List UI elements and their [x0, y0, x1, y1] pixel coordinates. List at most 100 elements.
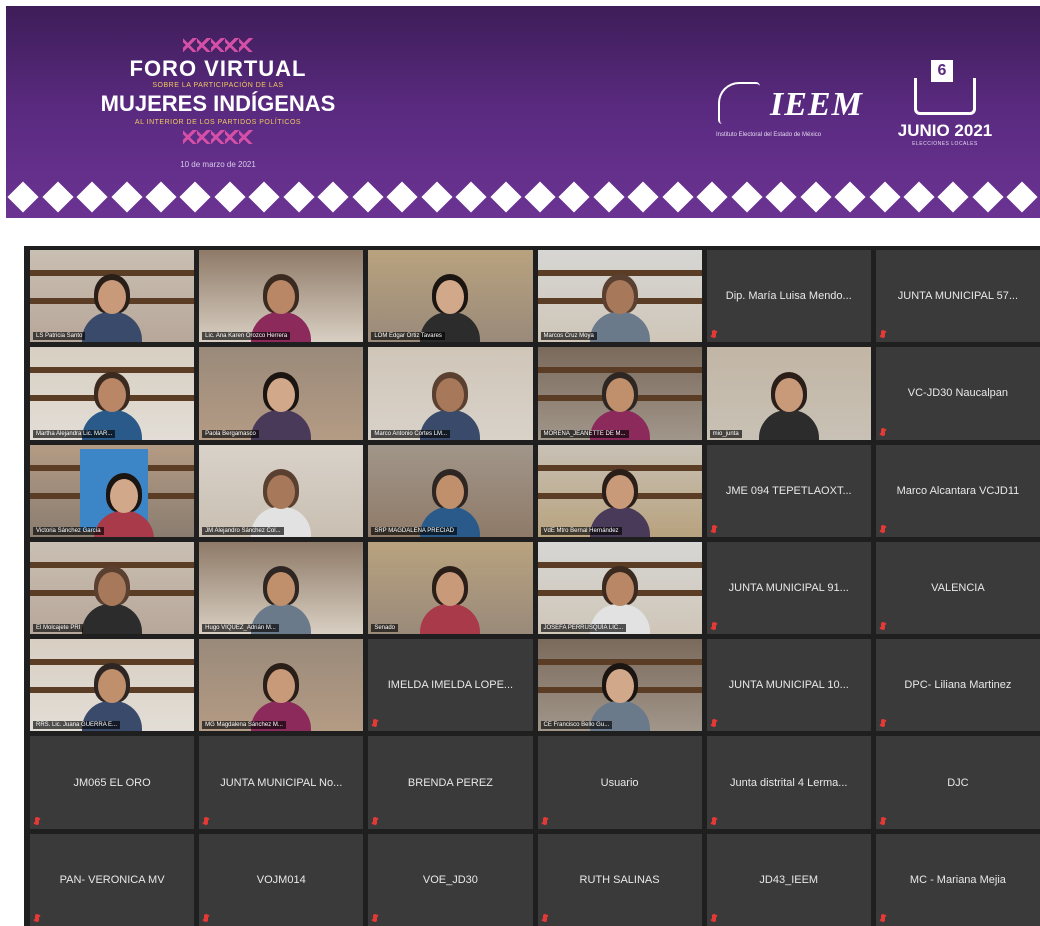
participant-tile[interactable]: JD43_IEEM	[706, 833, 871, 926]
participant-tile[interactable]: CE Francisco Bello Gu...	[537, 639, 702, 732]
participant-tile[interactable]: IMELDA IMELDA LOPE...	[368, 639, 533, 732]
participant-tile[interactable]: SRP MAGDALENA PRECIAD	[368, 444, 533, 537]
foro-title: FORO VIRTUAL	[129, 56, 307, 81]
diamond-ornament	[903, 181, 935, 213]
diamond-ornament	[800, 181, 832, 213]
participant-name: JME 094 TEPETLAOXT...	[725, 484, 852, 497]
participant-video	[30, 639, 195, 732]
participant-tile[interactable]: RUTH SALINAS	[537, 833, 702, 926]
participant-tile[interactable]: DJC	[875, 736, 1040, 829]
foro-date: 10 de marzo de 2021	[180, 160, 256, 169]
participant-tile[interactable]: BRENDA PEREZ	[368, 736, 533, 829]
foro-main-title: MUJERES INDÍGENAS	[100, 91, 336, 116]
participant-name: Junta distrital 4 Lerma...	[730, 776, 848, 789]
participant-tile[interactable]: JM Alejandro Sánchez Col...	[199, 444, 364, 537]
participant-tile[interactable]: Dip. María Luisa Mendo...	[706, 250, 871, 343]
participant-video	[30, 541, 195, 635]
participant-tile[interactable]: JUNTA MUNICIPAL No...	[199, 736, 364, 829]
diamond-ornament	[111, 181, 143, 213]
participant-tile[interactable]: Victoria Sánchez García	[30, 444, 195, 537]
participant-tile[interactable]: Marcos Cruz Moya	[537, 250, 702, 343]
participant-tile[interactable]: Hugo VIQUEZ_Adrián M...	[199, 541, 364, 635]
participant-video	[368, 444, 533, 537]
participant-tile[interactable]: Usuario	[537, 736, 702, 829]
participant-name: CE Francisco Bello Gu...	[540, 721, 613, 730]
participant-figure	[757, 370, 821, 440]
participant-video	[368, 541, 533, 635]
participant-name: Paola Bergamasco	[202, 429, 259, 438]
participant-tile[interactable]: VOE_JD30	[368, 833, 533, 926]
participant-name: VdE Mtro Bernal Hernández	[540, 526, 622, 535]
participant-name: Lic. Ana Karen Orozco Herrera	[202, 332, 291, 341]
muted-mic-icon	[880, 330, 885, 339]
participant-tile[interactable]: PAN- VERONICA MV	[30, 833, 195, 926]
participant-name: Marco Antonio Cortes LM...	[371, 429, 451, 438]
participant-name: El Molcajete PRI	[33, 624, 84, 633]
zigzag-ornament-bottom	[183, 130, 253, 144]
participant-video	[537, 347, 702, 440]
participant-name: BRENDA PEREZ	[407, 776, 493, 789]
participant-tile[interactable]: LS Patricia Santo	[30, 250, 195, 343]
participant-tile[interactable]: VALENCIA	[875, 541, 1040, 635]
participant-name: Martha Alejandra Lic. MAR...	[33, 429, 116, 438]
participant-tile[interactable]: Marco Alcantara VCJD11	[875, 444, 1040, 537]
participant-video	[537, 639, 702, 732]
zigzag-ornament-top	[183, 38, 253, 52]
participant-tile[interactable]: VOJM014	[199, 833, 364, 926]
participant-name: MG Magdalena Sánchez M...	[202, 721, 286, 730]
diamond-ornament	[352, 181, 384, 213]
participant-name: VOJM014	[256, 873, 306, 886]
muted-mic-icon	[711, 913, 716, 922]
diamond-ornament	[145, 181, 177, 213]
participant-tile[interactable]: mio_junta	[706, 347, 871, 440]
muted-mic-icon	[373, 913, 378, 922]
participant-tile[interactable]: Martha Alejandra Lic. MAR...	[30, 347, 195, 440]
diamond-ornament	[42, 181, 74, 213]
diamond-ornament	[7, 181, 39, 213]
diamond-border-top	[6, 181, 1040, 213]
diamond-ornament	[937, 181, 970, 213]
participant-tile[interactable]: MORENA_JEANETTE DE M...	[537, 347, 702, 440]
participant-tile[interactable]: JUNTA MUNICIPAL 57...	[875, 250, 1040, 343]
participant-tile[interactable]: Paola Bergamasco	[199, 347, 364, 440]
participant-tile[interactable]: VdE Mtro Bernal Hernández	[537, 444, 702, 537]
participant-video	[537, 444, 702, 537]
muted-mic-icon	[711, 622, 716, 631]
participant-video	[199, 541, 364, 635]
participant-tile[interactable]: LOM Edgar Ortiz Tavares	[368, 250, 533, 343]
participant-tile[interactable]: VC-JD30 Naucalpan	[875, 347, 1040, 440]
participant-tile[interactable]: El Molcajete PRI	[30, 541, 195, 635]
muted-mic-icon	[373, 816, 378, 825]
participant-tile[interactable]: JOSEFA PERRUSQUÍA LIC...	[537, 541, 702, 635]
participant-tile[interactable]: Marco Antonio Cortes LM...	[368, 347, 533, 440]
participant-video	[537, 541, 702, 635]
muted-mic-icon	[35, 816, 39, 825]
muted-mic-icon	[711, 524, 716, 533]
participant-name: LS Patricia Santo	[33, 332, 86, 341]
participant-tile[interactable]: JUNTA MUNICIPAL 10...	[706, 639, 871, 732]
muted-mic-icon	[35, 913, 39, 922]
participant-tile[interactable]: MC - Mariana Mejia	[875, 833, 1040, 926]
participant-tile[interactable]: MG Magdalena Sánchez M...	[199, 639, 364, 732]
participant-tile[interactable]: Lic. Ana Karen Orozco Herrera	[199, 250, 364, 343]
foro-subtitle-2: AL INTERIOR DE LOS PARTIDOS POLÍTICOS	[134, 119, 302, 126]
participant-tile[interactable]: Senado	[368, 541, 533, 635]
participant-tile[interactable]: JME 094 TEPETLAOXT...	[706, 444, 871, 537]
participant-name: Marcos Cruz Moya	[540, 332, 597, 341]
participant-name: IMELDA IMELDA LOPE...	[387, 679, 514, 692]
participant-tile[interactable]: RRS. Lic. Juana GUERRA E...	[30, 639, 195, 732]
participant-tile[interactable]: Junta distrital 4 Lerma...	[706, 736, 871, 829]
diamond-ornament	[593, 181, 625, 213]
video-gallery: LS Patricia Santo Lic. Ana Karen Orozco H…	[24, 246, 1040, 926]
election-date: JUNIO 2021	[897, 121, 993, 140]
participant-tile[interactable]: JM065 EL ORO	[30, 736, 195, 829]
participant-figure	[80, 272, 144, 343]
diamond-ornament	[558, 181, 591, 213]
participant-tile[interactable]: JUNTA MUNICIPAL 91...	[706, 541, 871, 635]
muted-mic-icon	[204, 816, 209, 825]
participant-tile[interactable]: DPC- Liliana Martinez	[875, 639, 1040, 732]
participant-name: JOSEFA PERRUSQUÍA LIC...	[540, 624, 627, 633]
diamond-ornament	[490, 181, 522, 213]
muted-mic-icon	[880, 719, 885, 728]
participant-name: Usuario	[600, 776, 639, 789]
